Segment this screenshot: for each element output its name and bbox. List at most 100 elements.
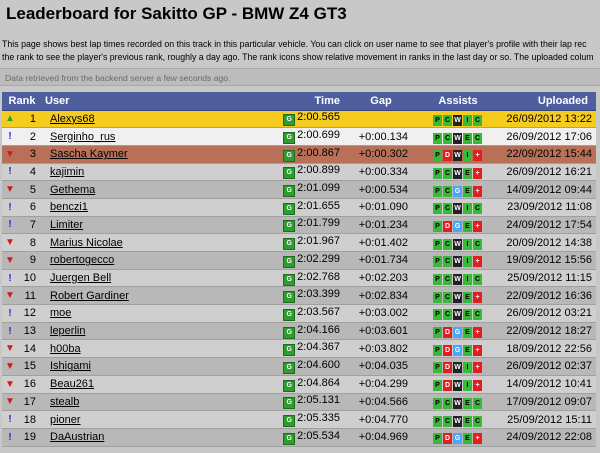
assist-icon: I (463, 150, 472, 162)
user-cell: h00ba (42, 339, 280, 359)
user-link[interactable]: stealb (50, 396, 79, 408)
assist-icon: E (463, 291, 472, 303)
rank-number[interactable]: 14 (18, 339, 42, 359)
user-link[interactable]: Gethema (50, 184, 95, 196)
assist-icon: C (443, 238, 452, 250)
rank-number[interactable]: 4 (18, 163, 42, 182)
table-row: ▼ 16 Beau261 G 2:04.864 +0:04.299 P D W I +14/09/2… (2, 375, 596, 394)
ghost-icon[interactable]: G (283, 132, 296, 145)
column-header-gap[interactable]: Gap (346, 92, 416, 111)
gap-cell: +0:04.035 (346, 357, 416, 376)
user-link[interactable]: Robert Gardiner (50, 290, 129, 302)
ghost-icon[interactable]: G (283, 238, 296, 251)
lap-time: 2:05.335 (297, 412, 340, 425)
user-link[interactable]: Alexys68 (50, 113, 95, 125)
lap-time-cell: G 2:00.899 (280, 163, 346, 182)
user-link[interactable]: kajimin (50, 166, 84, 178)
user-link[interactable]: Juergen Bell (50, 272, 111, 284)
rank-number[interactable]: 11 (18, 286, 42, 306)
assist-icon: C (473, 397, 482, 409)
assist-icon: E (463, 397, 472, 409)
rank-number[interactable]: 10 (18, 269, 42, 288)
rank-number[interactable]: 19 (18, 428, 42, 447)
assist-icon: W (453, 132, 462, 144)
user-link[interactable]: moe (50, 307, 71, 319)
column-header-assists[interactable]: Assists (416, 92, 500, 111)
assist-icon: D (443, 150, 452, 162)
assist-icon: I (463, 238, 472, 250)
user-link[interactable]: DaAustrian (50, 431, 104, 443)
lap-time: 2:04.367 (297, 341, 340, 354)
gap-cell: +0:01.090 (346, 198, 416, 217)
ghost-icon[interactable]: G (283, 415, 296, 428)
user-cell: kajimin (42, 163, 280, 182)
assist-icon: D (443, 220, 452, 232)
rank-number[interactable]: 9 (18, 251, 42, 270)
rank-number[interactable]: 1 (18, 110, 42, 129)
gap-cell: +0:00.534 (346, 180, 416, 199)
lap-time-cell: G 2:01.967 (280, 233, 346, 252)
assist-icon: + (473, 327, 482, 339)
rank-number[interactable]: 16 (18, 375, 42, 394)
movement-cell: ! (2, 198, 18, 217)
ghost-icon[interactable]: G (283, 202, 296, 215)
ghost-icon[interactable]: G (283, 308, 296, 321)
column-header-time[interactable]: Time (280, 92, 346, 111)
column-header-rank[interactable]: Rank (2, 92, 42, 111)
rank-number[interactable]: 13 (18, 322, 42, 341)
ghost-icon[interactable]: G (283, 432, 296, 445)
ghost-icon[interactable]: G (283, 273, 296, 286)
uploaded-cell: 26/09/2012 17:06 (500, 127, 596, 146)
user-link[interactable]: Sascha Kaymer (50, 148, 128, 160)
rank-number[interactable]: 6 (18, 198, 42, 217)
ghost-icon[interactable]: G (283, 255, 296, 268)
gap-cell: +0:00.302 (346, 145, 416, 164)
table-row: ! 7 Limiter G 2:01.799 +0:01.234 P D G E +24/09/20… (2, 216, 596, 235)
ghost-icon[interactable]: G (283, 397, 296, 410)
user-link[interactable]: h00ba (50, 343, 81, 355)
lap-time-cell: G 2:02.299 (280, 251, 346, 270)
user-link[interactable]: leperlin (50, 325, 85, 337)
lap-time-cell: G 2:03.399 (280, 286, 346, 306)
rank-number[interactable]: 12 (18, 304, 42, 323)
user-link[interactable]: Ishigami (50, 360, 91, 372)
movement-cell: ! (2, 304, 18, 323)
ghost-icon[interactable]: G (283, 379, 296, 392)
rank-number[interactable]: 5 (18, 180, 42, 199)
ghost-icon[interactable]: G (283, 326, 296, 339)
uploaded-cell: 24/09/2012 17:54 (500, 216, 596, 235)
column-header-uploaded[interactable]: Uploaded (500, 92, 596, 111)
assist-icon: E (463, 185, 472, 197)
rank-number[interactable]: 2 (18, 127, 42, 146)
rank-number[interactable]: 7 (18, 216, 42, 235)
user-link[interactable]: Serginho_rus (50, 131, 115, 143)
ghost-icon[interactable]: G (283, 291, 296, 304)
user-link[interactable]: benczi1 (50, 201, 88, 213)
ghost-icon[interactable]: G (283, 361, 296, 374)
gap-cell: +0:03.002 (346, 304, 416, 323)
rank-number[interactable]: 18 (18, 410, 42, 429)
user-link[interactable]: Marius Nicolae (50, 237, 123, 249)
user-link[interactable]: pioner (50, 414, 81, 426)
rank-number[interactable]: 3 (18, 145, 42, 164)
assists-cell: P C W E + (416, 163, 500, 182)
ghost-icon[interactable]: G (283, 185, 296, 198)
rank-number[interactable]: 8 (18, 233, 42, 252)
rank-number[interactable]: 15 (18, 357, 42, 376)
ghost-icon[interactable]: G (283, 114, 296, 127)
movement-cell: ▲ (2, 110, 18, 129)
uploaded-cell: 23/09/2012 11:08 (500, 198, 596, 217)
rank-number[interactable]: 17 (18, 393, 42, 412)
ghost-icon[interactable]: G (283, 167, 296, 180)
user-cell: Marius Nicolae (42, 233, 280, 252)
ghost-icon[interactable]: G (283, 344, 296, 357)
user-link[interactable]: Limiter (50, 219, 83, 231)
user-link[interactable]: Beau261 (50, 378, 94, 390)
ghost-icon[interactable]: G (283, 149, 296, 162)
user-link[interactable]: robertogecco (50, 254, 114, 266)
ghost-icon[interactable]: G (283, 220, 296, 233)
column-header-user[interactable]: User (42, 92, 280, 111)
assist-icon: I (463, 380, 472, 392)
user-cell: moe (42, 304, 280, 323)
rank-down-icon: ▼ (5, 396, 15, 408)
